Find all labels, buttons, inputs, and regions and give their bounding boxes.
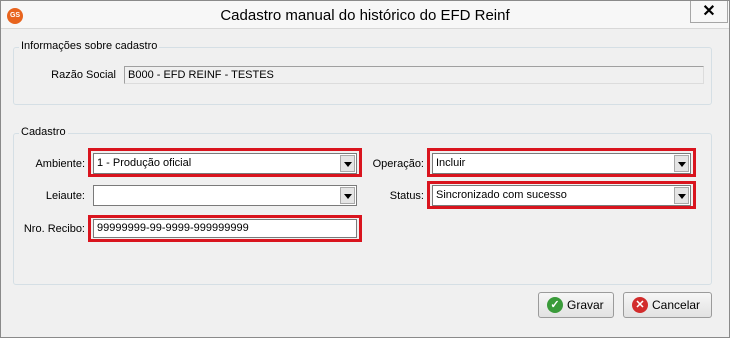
close-button[interactable]: ✕ xyxy=(690,1,728,23)
cadastro-group-legend: Cadastro xyxy=(19,126,68,138)
razao-social-field: B000 - EFD REINF - TESTES xyxy=(124,66,704,84)
operacao-label: Operação: xyxy=(372,158,424,170)
leiaute-label: Leiaute: xyxy=(45,190,85,202)
cancelar-label: Cancelar xyxy=(652,298,701,312)
nro-recibo-input[interactable]: 99999999-99-9999-999999999 xyxy=(93,219,357,238)
chevron-down-icon[interactable] xyxy=(340,155,355,172)
checkmark-icon: ✓ xyxy=(547,297,563,313)
status-value: Sincronizado com sucesso xyxy=(436,189,567,201)
title-bar[interactable]: GS Cadastro manual do histórico do EFD R… xyxy=(1,1,729,29)
chevron-down-icon[interactable] xyxy=(674,187,689,204)
cancel-x-icon: ✕ xyxy=(632,297,648,313)
razao-social-value: B000 - EFD REINF - TESTES xyxy=(128,69,274,81)
chevron-down-icon[interactable] xyxy=(674,155,689,172)
operacao-select[interactable]: Incluir xyxy=(432,153,691,174)
info-group-legend: Informações sobre cadastro xyxy=(19,40,160,52)
gravar-button[interactable]: ✓ Gravar xyxy=(538,292,614,318)
leiaute-select[interactable] xyxy=(93,185,357,206)
cancelar-button[interactable]: ✕ Cancelar xyxy=(623,292,712,318)
status-select[interactable]: Sincronizado com sucesso xyxy=(432,185,691,206)
close-icon: ✕ xyxy=(702,3,716,20)
ambiente-value: 1 - Produção oficial xyxy=(97,157,192,169)
operacao-value: Incluir xyxy=(436,157,466,169)
ambiente-label: Ambiente: xyxy=(35,158,85,170)
nro-recibo-value: 99999999-99-9999-999999999 xyxy=(97,222,249,234)
status-label: Status: xyxy=(389,190,424,202)
ambiente-select[interactable]: 1 - Produção oficial xyxy=(93,153,357,174)
dialog-window: GS Cadastro manual do histórico do EFD R… xyxy=(0,0,730,338)
gravar-label: Gravar xyxy=(567,298,604,312)
razao-social-label: Razão Social xyxy=(51,69,116,81)
nro-recibo-label: Nro. Recibo: xyxy=(23,223,85,235)
chevron-down-icon[interactable] xyxy=(340,187,355,204)
window-title: Cadastro manual do histórico do EFD Rein… xyxy=(220,7,510,24)
